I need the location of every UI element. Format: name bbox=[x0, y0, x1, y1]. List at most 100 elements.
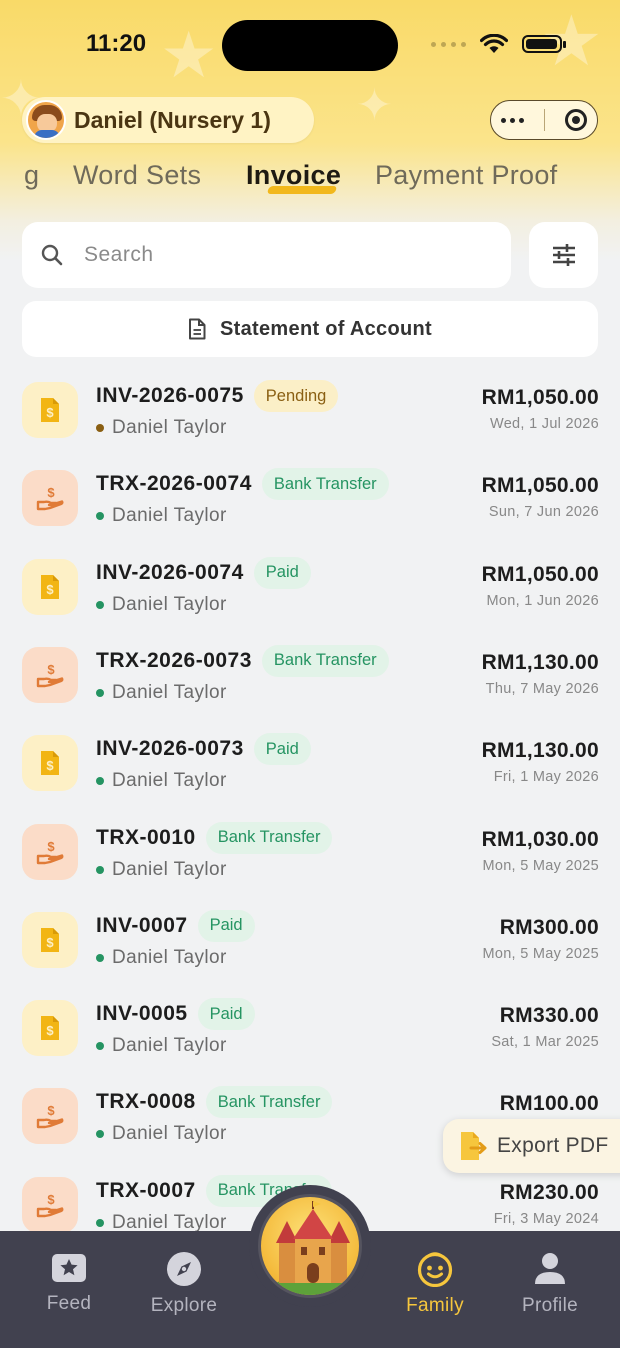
invoice-type-icon: $ bbox=[22, 558, 78, 615]
student-info: Daniel Taylor bbox=[96, 859, 227, 881]
status-badge: Paid bbox=[253, 556, 311, 589]
transaction-date: Sat, 1 Mar 2025 bbox=[491, 1034, 599, 1051]
transaction-date: Wed, 1 Jul 2026 bbox=[489, 416, 599, 432]
status-badge: Pending bbox=[253, 380, 339, 412]
student-info: Daniel Taylor bbox=[96, 1123, 227, 1145]
hand-money-icon: $ bbox=[36, 1103, 64, 1129]
transaction-date: Mon, 5 May 2025 bbox=[482, 945, 599, 962]
transaction-id: TRX-0008 bbox=[96, 1090, 196, 1114]
statement-of-account-button[interactable]: Statement of Account bbox=[22, 301, 598, 357]
avatar bbox=[26, 100, 66, 140]
transaction-row[interactable]: $ TRX-2026-0073 Bank Transfer Daniel Taylor… bbox=[0, 629, 620, 717]
tab-word-sets[interactable]: Word Sets bbox=[73, 160, 201, 191]
transaction-row[interactable]: $ INV-2026-0075 Pending Daniel Taylor RM1,05… bbox=[0, 364, 620, 452]
transaction-row[interactable]: $ INV-0007 Paid Daniel Taylor RM300.00 Mon, 5… bbox=[0, 894, 620, 982]
export-label: Export PDF bbox=[497, 1134, 609, 1157]
transaction-row[interactable]: $ TRX-0010 Bank Transfer Daniel Taylor RM1,0… bbox=[0, 806, 620, 894]
status-dot bbox=[96, 688, 104, 697]
nav-label: Family bbox=[406, 1295, 464, 1316]
svg-text:$: $ bbox=[46, 1023, 54, 1038]
transaction-amount: RM230.00 bbox=[499, 1180, 599, 1204]
signal-icon bbox=[431, 41, 466, 47]
statement-label: Statement of Account bbox=[220, 317, 432, 340]
battery-icon bbox=[522, 35, 566, 53]
invoice-dollar-icon: $ bbox=[41, 751, 59, 776]
nav-label: Feed bbox=[46, 1293, 92, 1314]
status-badge: Bank Transfer bbox=[205, 1086, 333, 1119]
active-tab-indicator bbox=[266, 186, 338, 194]
status-badge: Paid bbox=[197, 998, 255, 1031]
filter-button[interactable] bbox=[529, 222, 598, 288]
star-decoration-icon: ✦ bbox=[356, 81, 393, 130]
transaction-row[interactable]: $ TRX-2026-0074 Bank Transfer Daniel Taylor… bbox=[0, 452, 620, 540]
svg-text:$: $ bbox=[47, 1103, 55, 1118]
more-options-icon[interactable] bbox=[501, 117, 524, 123]
dynamic-island bbox=[222, 20, 398, 71]
transfer-type-icon: $ bbox=[22, 470, 78, 527]
student-name: Daniel Taylor bbox=[112, 858, 227, 880]
invoice-dollar-icon: $ bbox=[41, 398, 59, 422]
transaction-row[interactable]: $ INV-0005 Paid Daniel Taylor RM330.00 Sat, 1… bbox=[0, 982, 620, 1070]
status-dot bbox=[96, 1130, 104, 1139]
nav-label: Profile bbox=[522, 1295, 578, 1316]
transaction-date: Sun, 7 Jun 2026 bbox=[488, 504, 599, 521]
student-name: Daniel Taylor bbox=[112, 593, 227, 615]
invoice-type-icon: $ bbox=[22, 1000, 78, 1057]
status-dot bbox=[96, 865, 104, 874]
transaction-amount: RM330.00 bbox=[499, 1004, 599, 1028]
capsule-divider bbox=[544, 109, 545, 131]
transaction-amount: RM100.00 bbox=[499, 1092, 599, 1116]
student-name: Daniel Taylor bbox=[112, 1123, 227, 1145]
status-badge: Paid bbox=[197, 909, 255, 942]
svg-text:$: $ bbox=[46, 758, 54, 773]
tab-payment-proof[interactable]: Payment Proof bbox=[375, 160, 558, 191]
transaction-date: Thu, 7 May 2026 bbox=[485, 680, 599, 697]
transaction-row[interactable]: $ INV-2026-0073 Paid Daniel Taylor RM1,130.0… bbox=[0, 717, 620, 805]
transaction-id: TRX-0010 bbox=[96, 825, 196, 849]
transaction-id: INV-2026-0074 bbox=[96, 560, 244, 584]
status-dot bbox=[96, 777, 104, 786]
svg-text:$: $ bbox=[47, 662, 55, 677]
transfer-type-icon: $ bbox=[22, 646, 78, 703]
status-icons bbox=[431, 34, 566, 54]
invoice-dollar-icon: $ bbox=[41, 927, 59, 952]
student-name: Daniel Taylor bbox=[112, 770, 227, 792]
export-pdf-button[interactable]: Export PDF bbox=[443, 1119, 620, 1173]
nav-family[interactable]: Family bbox=[385, 1251, 485, 1317]
invoice-type-icon: $ bbox=[22, 735, 78, 792]
student-name: Daniel Taylor bbox=[112, 681, 227, 703]
student-info: Daniel Taylor bbox=[96, 594, 227, 616]
invoice-type-icon: $ bbox=[22, 382, 78, 438]
hand-money-icon: $ bbox=[36, 1192, 64, 1217]
transaction-amount: RM1,050.00 bbox=[481, 562, 599, 586]
transaction-id: TRX-2026-0073 bbox=[96, 648, 252, 672]
transaction-id: INV-0007 bbox=[96, 913, 188, 937]
compass-icon bbox=[167, 1252, 201, 1286]
nav-feed[interactable]: Feed bbox=[19, 1251, 119, 1315]
status-dot bbox=[96, 1042, 104, 1051]
transaction-amount: RM1,050.00 bbox=[481, 386, 599, 409]
nav-explore[interactable]: Explore bbox=[134, 1251, 234, 1317]
student-info: Daniel Taylor bbox=[96, 682, 227, 704]
student-info: Daniel Taylor bbox=[96, 1035, 227, 1057]
nav-profile[interactable]: Profile bbox=[500, 1251, 600, 1317]
castle-icon bbox=[267, 1201, 359, 1295]
tab-partial[interactable]: g bbox=[24, 160, 39, 191]
hand-money-icon: $ bbox=[36, 839, 64, 864]
status-badge: Bank Transfer bbox=[205, 821, 333, 854]
transaction-row[interactable]: $ INV-2026-0074 Paid Daniel Taylor RM1,050.0… bbox=[0, 541, 620, 629]
search-input[interactable] bbox=[84, 243, 464, 267]
student-name: Daniel Taylor bbox=[112, 1035, 227, 1057]
castle-home-button[interactable] bbox=[258, 1194, 362, 1298]
child-selector[interactable]: Daniel (Nursery 1) bbox=[22, 97, 314, 143]
student-name: Daniel Taylor bbox=[112, 417, 227, 438]
transaction-amount: RM1,130.00 bbox=[481, 739, 599, 763]
close-miniprogram-icon[interactable] bbox=[565, 109, 587, 131]
transaction-date: Fri, 1 May 2026 bbox=[493, 769, 599, 786]
invoice-dollar-icon: $ bbox=[41, 1016, 59, 1041]
status-badge: Paid bbox=[253, 733, 311, 766]
svg-text:$: $ bbox=[46, 405, 54, 420]
hand-money-icon: $ bbox=[36, 662, 64, 688]
search-bar bbox=[22, 222, 511, 288]
svg-text:$: $ bbox=[47, 839, 55, 854]
